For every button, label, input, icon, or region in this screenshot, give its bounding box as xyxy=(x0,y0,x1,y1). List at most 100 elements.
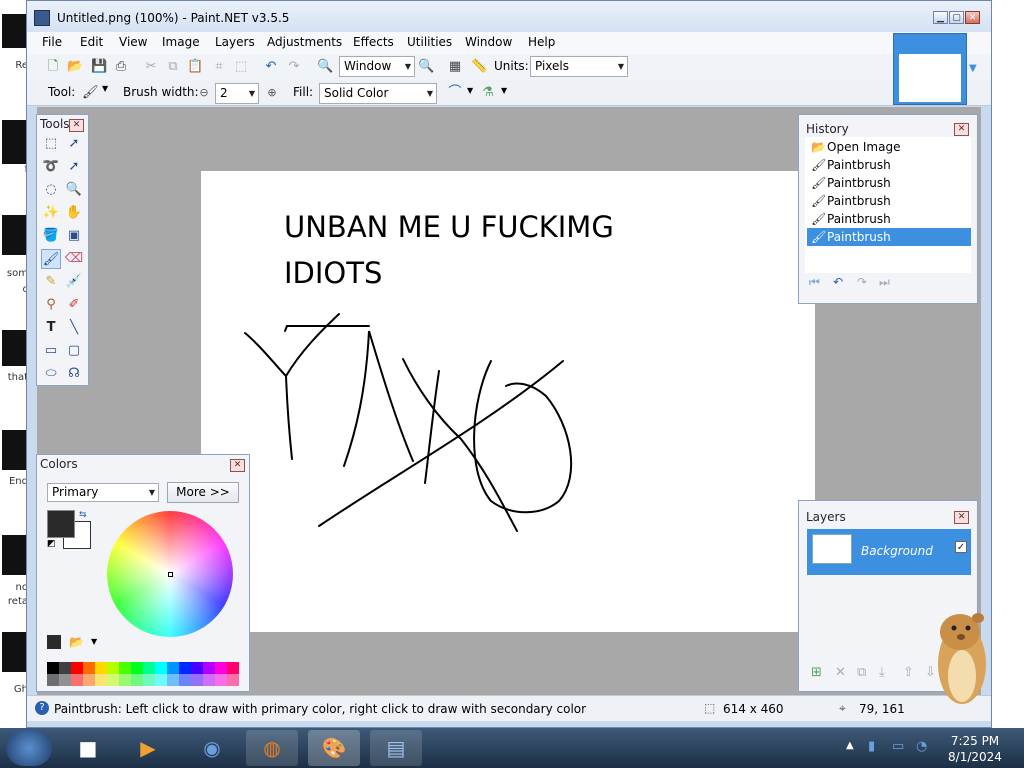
fast-forward-icon[interactable]: ⏭ xyxy=(879,275,890,290)
title-bar[interactable]: Untitled.png (100%) - Paint.NET v3.5.5 ▁… xyxy=(27,1,991,33)
menu-file[interactable]: File xyxy=(42,35,62,49)
maximize-button[interactable]: ▢ xyxy=(949,11,964,24)
history-item[interactable]: 📂 Open Image xyxy=(807,138,971,156)
decrease-icon[interactable]: ⊖ xyxy=(196,85,212,101)
delete-layer-icon[interactable]: ✕ xyxy=(835,665,846,680)
palette-swatch[interactable] xyxy=(191,674,203,686)
fill-combo[interactable]: Solid Color ▼ xyxy=(319,83,437,104)
close-icon[interactable]: ✕ xyxy=(954,511,969,524)
chevron-down-icon[interactable]: ▼ xyxy=(501,86,507,95)
eraser-icon[interactable]: ⌫ xyxy=(64,249,84,269)
taskbar-media-icon[interactable]: ▶ xyxy=(122,730,174,766)
chevron-down-icon[interactable]: ▼ xyxy=(102,84,108,93)
clone-stamp-icon[interactable]: ⚲ xyxy=(41,295,61,315)
menu-layers[interactable]: Layers xyxy=(215,35,255,49)
taskbar-firefox-icon[interactable]: ◍ xyxy=(246,730,298,766)
brush-width-combo[interactable]: 2 ▼ xyxy=(215,83,259,104)
taskbar-window-icon[interactable]: ▤ xyxy=(370,730,422,766)
palette-swatch[interactable] xyxy=(203,674,215,686)
color-mode-combo[interactable]: Primary ▼ xyxy=(47,483,159,502)
magic-wand-icon[interactable]: ✨ xyxy=(41,203,61,223)
rectangle-icon[interactable]: ▭ xyxy=(41,341,61,361)
open-file-icon[interactable]: 📂 xyxy=(67,59,83,75)
close-button[interactable]: ✕ xyxy=(965,11,980,24)
palette-swatch[interactable] xyxy=(107,662,119,674)
menu-window[interactable]: Window xyxy=(465,35,512,49)
tray-volume-icon[interactable]: ◔ xyxy=(916,739,927,754)
pencil-icon[interactable]: ✎ xyxy=(41,272,61,292)
desktop-icon[interactable] xyxy=(2,215,26,255)
image-thumbnail-tab[interactable] xyxy=(893,33,967,105)
history-item-selected[interactable]: 🖌 Paintbrush xyxy=(807,228,971,246)
merge-layer-icon[interactable]: ⤓ xyxy=(879,665,885,680)
palette-swatch[interactable] xyxy=(167,662,179,674)
palette-swatch[interactable] xyxy=(71,674,83,686)
blend-mode-icon[interactable]: ⚗ xyxy=(480,85,496,101)
palette-swatch[interactable] xyxy=(155,674,167,686)
palette-swatch[interactable] xyxy=(227,674,239,686)
print-icon[interactable]: ⎙ xyxy=(113,59,129,75)
palette-swatch[interactable] xyxy=(47,674,59,686)
palette-swatch[interactable] xyxy=(131,674,143,686)
palette-swatch[interactable] xyxy=(143,662,155,674)
primary-color-swatch[interactable] xyxy=(47,510,75,538)
history-item[interactable]: 🖌 Paintbrush xyxy=(807,210,971,228)
color-picker-icon[interactable]: 💉 xyxy=(64,272,84,292)
freeform-shape-icon[interactable]: ☊ xyxy=(64,364,84,384)
menu-effects[interactable]: Effects xyxy=(353,35,394,49)
ellipse-icon[interactable]: ⬭ xyxy=(41,364,61,384)
grid-icon[interactable]: ▦ xyxy=(447,59,463,75)
palette-swatch[interactable] xyxy=(191,662,203,674)
add-color-icon[interactable] xyxy=(47,635,61,649)
paintbrush-icon[interactable]: 🖌 xyxy=(82,85,99,101)
recolor-icon[interactable]: ✐ xyxy=(64,295,84,315)
menu-help[interactable]: Help xyxy=(528,35,555,49)
zoom-icon[interactable]: 🔍 xyxy=(64,180,84,200)
palette-swatch[interactable] xyxy=(167,674,179,686)
app-icon[interactable] xyxy=(34,10,50,26)
desktop-icon[interactable] xyxy=(2,632,26,672)
save-icon[interactable]: 💾 xyxy=(91,59,107,75)
desktop-icon[interactable] xyxy=(2,330,26,366)
antialiasing-icon[interactable]: ⌒ xyxy=(447,85,463,101)
menu-image[interactable]: Image xyxy=(162,35,200,49)
palette-swatch[interactable] xyxy=(215,662,227,674)
palette-swatch[interactable] xyxy=(59,674,71,686)
desktop-icon[interactable] xyxy=(2,14,26,48)
close-icon[interactable]: ✕ xyxy=(69,119,84,132)
copy-icon[interactable]: ⧉ xyxy=(165,59,181,75)
system-clock[interactable]: 7:25 PM 8/1/2024 xyxy=(940,733,1010,765)
redo-icon[interactable]: ↷ xyxy=(857,275,867,289)
text-icon[interactable]: T xyxy=(41,318,61,338)
menu-view[interactable]: View xyxy=(119,35,147,49)
palette-swatch[interactable] xyxy=(215,674,227,686)
ellipse-select-icon[interactable]: ◌ xyxy=(41,180,61,200)
zoom-in-icon[interactable]: 🔍 xyxy=(418,59,434,75)
palette-swatch[interactable] xyxy=(107,674,119,686)
palette-swatch[interactable] xyxy=(83,662,95,674)
history-item[interactable]: 🖌 Paintbrush xyxy=(807,156,971,174)
palette-swatch[interactable] xyxy=(71,662,83,674)
palette-swatch[interactable] xyxy=(95,662,107,674)
color-wheel[interactable] xyxy=(107,511,233,637)
desktop-icon[interactable] xyxy=(2,430,26,470)
history-item[interactable]: 🖌 Paintbrush xyxy=(807,192,971,210)
chevron-down-icon[interactable]: ▼ xyxy=(969,63,977,74)
add-layer-icon[interactable]: ⊞ xyxy=(811,665,822,680)
taskbar-browser-icon[interactable]: ◉ xyxy=(186,730,238,766)
palette-swatch[interactable] xyxy=(179,674,191,686)
pan-icon[interactable]: ✋ xyxy=(64,203,84,223)
units-combo[interactable]: Pixels ▼ xyxy=(530,56,628,77)
swap-colors-icon[interactable]: ⇆ xyxy=(79,510,87,520)
history-item[interactable]: 🖌 Paintbrush xyxy=(807,174,971,192)
gradient-icon[interactable]: ▣ xyxy=(64,226,84,246)
increase-icon[interactable]: ⊕ xyxy=(264,85,280,101)
crop-icon[interactable]: ⌗ xyxy=(211,59,227,75)
new-file-icon[interactable]: 🗋 xyxy=(45,59,61,75)
palette-swatch[interactable] xyxy=(203,662,215,674)
menu-adjustments[interactable]: Adjustments xyxy=(267,35,342,49)
chevron-down-icon[interactable]: ▼ xyxy=(467,86,473,95)
more-colors-button[interactable]: More >> xyxy=(167,482,239,503)
rounded-rectangle-icon[interactable]: ▢ xyxy=(64,341,84,361)
palette-swatch[interactable] xyxy=(95,674,107,686)
